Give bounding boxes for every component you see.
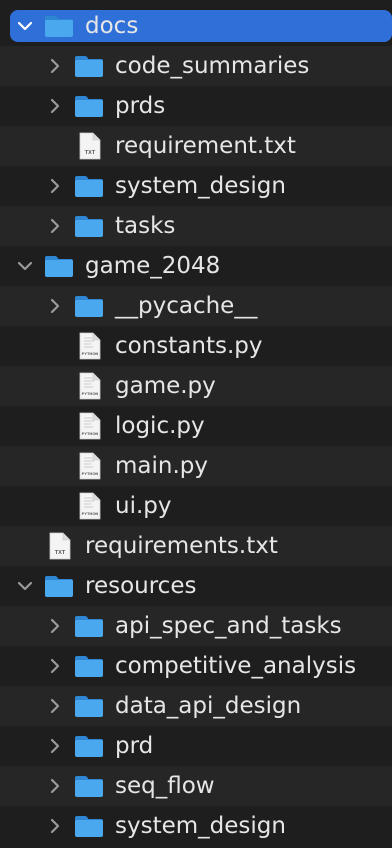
tree-folder-row[interactable]: system_design: [0, 166, 392, 206]
tree-item-label: prds: [115, 93, 166, 119]
python-file-icon: PYTHON: [79, 412, 101, 440]
tree-file-row[interactable]: PYTHON logic.py: [0, 406, 392, 446]
chevron-right-icon[interactable]: [46, 217, 64, 235]
file-tree: docs code_summariesprds TXT requirement.txt…: [0, 6, 392, 846]
tree-folder-row[interactable]: system_design: [0, 806, 392, 846]
tree-folder-row[interactable]: seq_flow: [0, 766, 392, 806]
folder-icon: [44, 574, 74, 598]
tree-item-label: docs: [85, 13, 139, 39]
folder-icon: [44, 14, 74, 38]
folder-icon: [74, 694, 104, 718]
tree-folder-row[interactable]: __pycache__: [0, 286, 392, 326]
tree-item-label: system_design: [115, 173, 286, 199]
file-type-badge: PYTHON: [82, 511, 99, 516]
chevron-right-icon[interactable]: [46, 97, 64, 115]
tree-item-label: competitive_analysis: [115, 653, 357, 679]
tree-item-label: system_design: [115, 813, 286, 839]
chevron-right-icon[interactable]: [46, 177, 64, 195]
tree-folder-row[interactable]: resources: [0, 566, 392, 606]
tree-folder-row[interactable]: tasks: [0, 206, 392, 246]
tree-item-label: constants.py: [115, 333, 263, 359]
tree-file-row[interactable]: PYTHON main.py: [0, 446, 392, 486]
python-file-icon: PYTHON: [79, 372, 101, 400]
text-file-icon: TXT: [79, 132, 101, 160]
folder-icon: [74, 54, 104, 78]
folder-icon: [74, 654, 104, 678]
folder-icon: [74, 214, 104, 238]
tree-file-row[interactable]: TXT requirements.txt: [0, 526, 392, 566]
file-type-badge: PYTHON: [82, 471, 99, 476]
tree-file-row[interactable]: PYTHON ui.py: [0, 486, 392, 526]
folder-icon: [74, 774, 104, 798]
tree-item-label: __pycache__: [115, 293, 258, 319]
tree-item-label: prd: [115, 733, 154, 759]
chevron-right-icon[interactable]: [46, 817, 64, 835]
tree-item-label: seq_flow: [115, 773, 215, 799]
tree-folder-row[interactable]: prds: [0, 86, 392, 126]
tree-item-label: game_2048: [85, 253, 221, 279]
file-type-badge: PYTHON: [82, 351, 99, 356]
chevron-right-icon[interactable]: [46, 297, 64, 315]
tree-item-label: data_api_design: [115, 693, 302, 719]
tree-item-label: requirement.txt: [115, 133, 296, 159]
tree-folder-row[interactable]: code_summaries: [0, 46, 392, 86]
python-file-icon: PYTHON: [79, 452, 101, 480]
file-type-badge: TXT: [85, 150, 96, 156]
tree-item-label: logic.py: [115, 413, 205, 439]
file-type-badge: PYTHON: [82, 391, 99, 396]
tree-folder-row[interactable]: docs: [0, 6, 392, 46]
tree-item-label: resources: [85, 573, 197, 599]
folder-icon: [74, 294, 104, 318]
tree-item-label: code_summaries: [115, 53, 310, 79]
chevron-right-icon[interactable]: [46, 617, 64, 635]
chevron-right-icon[interactable]: [46, 657, 64, 675]
tree-file-row[interactable]: PYTHON constants.py: [0, 326, 392, 366]
chevron-down-icon[interactable]: [16, 577, 34, 595]
tree-folder-row[interactable]: prd: [0, 726, 392, 766]
file-type-badge: PYTHON: [82, 431, 99, 436]
tree-folder-row[interactable]: data_api_design: [0, 686, 392, 726]
tree-folder-row[interactable]: competitive_analysis: [0, 646, 392, 686]
tree-item-label: tasks: [115, 213, 176, 239]
tree-item-label: api_spec_and_tasks: [115, 613, 342, 639]
folder-icon: [74, 174, 104, 198]
chevron-right-icon[interactable]: [46, 57, 64, 75]
python-file-icon: PYTHON: [79, 332, 101, 360]
chevron-down-icon[interactable]: [16, 17, 34, 35]
tree-file-row[interactable]: PYTHON game.py: [0, 366, 392, 406]
tree-file-row[interactable]: TXT requirement.txt: [0, 126, 392, 166]
folder-icon: [44, 254, 74, 278]
folder-icon: [74, 734, 104, 758]
text-file-icon: TXT: [49, 532, 71, 560]
folder-icon: [74, 814, 104, 838]
tree-folder-row[interactable]: game_2048: [0, 246, 392, 286]
file-type-badge: TXT: [55, 550, 66, 556]
folder-icon: [74, 614, 104, 638]
chevron-right-icon[interactable]: [46, 777, 64, 795]
tree-item-label: requirements.txt: [85, 533, 278, 559]
chevron-right-icon[interactable]: [46, 697, 64, 715]
tree-item-label: ui.py: [115, 493, 172, 519]
chevron-right-icon[interactable]: [46, 737, 64, 755]
tree-item-label: main.py: [115, 453, 208, 479]
tree-folder-row[interactable]: api_spec_and_tasks: [0, 606, 392, 646]
folder-icon: [74, 94, 104, 118]
chevron-down-icon[interactable]: [16, 257, 34, 275]
tree-item-label: game.py: [115, 373, 216, 399]
python-file-icon: PYTHON: [79, 492, 101, 520]
